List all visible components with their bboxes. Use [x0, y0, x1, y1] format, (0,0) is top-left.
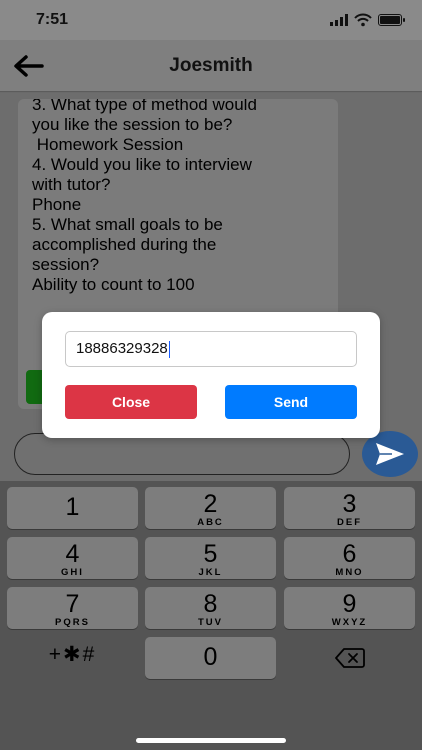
key-digit: 1	[65, 493, 80, 521]
key-letters: MNO	[335, 567, 364, 578]
key-digit: 9	[342, 590, 357, 618]
battery-icon	[378, 14, 405, 26]
message-line: accomplished during the	[32, 235, 217, 254]
key-letters: WXYZ	[331, 617, 368, 628]
key-4[interactable]: 4 GHI	[7, 537, 138, 579]
backspace-icon	[334, 648, 365, 668]
key-7[interactable]: 7 PQRS	[7, 587, 138, 629]
close-button[interactable]: Close	[65, 385, 197, 419]
key-letters: ABC	[197, 517, 224, 528]
message-line: 4. Would you like to interview	[32, 155, 252, 174]
message-line: 5. What small goals to be	[32, 215, 223, 234]
phone-input-value: 18886329328	[76, 340, 168, 357]
message-line: with tutor?	[32, 175, 111, 194]
key-digit: 6	[342, 540, 357, 568]
phone-input[interactable]: 18886329328	[65, 331, 357, 367]
phone-dialog: 18886329328 Close Send	[42, 312, 380, 438]
key-digit: 4	[65, 540, 80, 568]
key-8[interactable]: 8 TUV	[145, 587, 276, 629]
key-letters: TUV	[198, 617, 223, 628]
status-icons	[330, 13, 405, 27]
signal-icon	[330, 14, 348, 26]
key-0[interactable]: 0	[145, 637, 276, 679]
message-line: Ability to count to 100	[32, 275, 195, 294]
key-digit: 0	[203, 643, 218, 671]
send-button[interactable]: Send	[225, 385, 357, 419]
key-letters: GHI	[61, 567, 84, 578]
key-9[interactable]: 9 WXYZ	[284, 587, 415, 629]
delete-key[interactable]	[284, 637, 415, 679]
key-1[interactable]: 1	[7, 487, 138, 529]
key-6[interactable]: 6 MNO	[284, 537, 415, 579]
send-icon	[376, 443, 404, 465]
key-letters: DEF	[337, 517, 362, 528]
numeric-keypad: 1 2 ABC 3 DEF 4 GHI 5 JKL 6 MNO 7 PQRS 8…	[0, 481, 422, 750]
key-letters: PQRS	[55, 617, 90, 628]
app-header: Joesmith	[0, 40, 422, 92]
page-title: Joesmith	[169, 55, 253, 76]
key-digit: 8	[203, 590, 218, 618]
key-letters: JKL	[198, 567, 223, 578]
key-digit: 5	[203, 540, 218, 568]
message-line: you like the session to be?	[32, 115, 233, 134]
status-time: 7:51	[36, 11, 69, 28]
message-line: 3. What type of method would	[32, 99, 257, 114]
wifi-icon	[354, 13, 372, 27]
message-line: session?	[32, 255, 100, 274]
key-2[interactable]: 2 ABC	[145, 487, 276, 529]
message-line: Phone	[32, 195, 82, 214]
key-5[interactable]: 5 JKL	[145, 537, 276, 579]
key-3[interactable]: 3 DEF	[284, 487, 415, 529]
text-caret	[168, 340, 171, 358]
status-bar: 7:51	[0, 0, 422, 40]
key-digit: 3	[342, 490, 357, 518]
key-digit: 7	[65, 590, 80, 618]
key-digit: 2	[203, 490, 218, 518]
message-line: Homework Session	[32, 135, 184, 154]
symbols-key[interactable]: +✱#	[7, 634, 138, 676]
message-input[interactable]	[14, 433, 350, 475]
home-indicator[interactable]	[136, 738, 286, 743]
